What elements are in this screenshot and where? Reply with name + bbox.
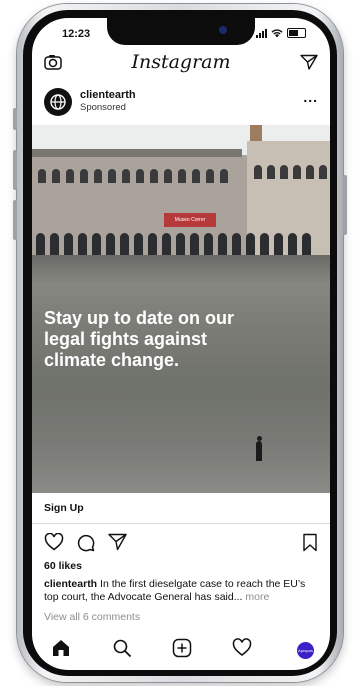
app-header: Instagram bbox=[32, 48, 330, 78]
power-button bbox=[343, 175, 347, 235]
volume-down-button bbox=[13, 200, 17, 240]
post-actions bbox=[32, 528, 330, 556]
post-username[interactable]: clientearth bbox=[80, 89, 136, 101]
image-upper-windows bbox=[38, 169, 228, 183]
image-roofline bbox=[32, 149, 242, 157]
heart-icon[interactable] bbox=[44, 533, 64, 551]
sign-up-cta[interactable]: Sign Up bbox=[32, 493, 330, 524]
image-headline: Stay up to date on our legal fights agai… bbox=[44, 308, 235, 370]
image-water bbox=[32, 255, 330, 493]
post-header: clientearth Sponsored ... bbox=[32, 86, 330, 122]
comment-icon[interactable] bbox=[76, 533, 95, 552]
wifi-icon bbox=[271, 28, 283, 37]
more-options-button[interactable]: ... bbox=[303, 89, 318, 105]
share-icon[interactable] bbox=[108, 533, 127, 551]
globe-icon bbox=[50, 94, 66, 110]
profile-avatar[interactable]: Apropos bbox=[297, 642, 314, 659]
status-time: 12:23 bbox=[62, 28, 91, 40]
bookmark-icon[interactable] bbox=[302, 533, 318, 552]
notch bbox=[107, 18, 255, 45]
avatar[interactable] bbox=[44, 88, 72, 116]
image-sign: Museo Correr bbox=[164, 213, 216, 227]
caption-username[interactable]: clientearth bbox=[44, 578, 97, 590]
volume-up-button bbox=[13, 150, 17, 190]
caption-more-link[interactable]: more bbox=[245, 591, 269, 603]
post-image[interactable]: Museo Correr Stay up to date on our lega… bbox=[32, 125, 330, 493]
image-person bbox=[256, 441, 262, 461]
new-post-icon[interactable] bbox=[172, 638, 192, 658]
image-sign-text: Museo Correr bbox=[174, 217, 206, 223]
image-right-windows bbox=[254, 165, 327, 179]
sign-up-label: Sign Up bbox=[44, 502, 84, 514]
bottom-tab-bar: Apropos bbox=[32, 634, 330, 670]
mute-switch bbox=[13, 108, 17, 130]
phone-screen: 12:23 Instagram clientearth Sponsored ..… bbox=[32, 18, 330, 670]
activity-heart-icon[interactable] bbox=[232, 638, 252, 657]
post-caption: clientearth In the first dieselgate case… bbox=[44, 578, 319, 604]
profile-avatar-label: Apropos bbox=[298, 648, 313, 653]
battery-icon bbox=[287, 28, 306, 38]
image-arcade bbox=[36, 233, 311, 255]
view-comments-link[interactable]: View all 6 comments bbox=[44, 611, 140, 623]
image-reflection bbox=[32, 255, 330, 285]
search-icon[interactable] bbox=[112, 638, 132, 658]
send-icon[interactable] bbox=[300, 54, 318, 70]
likes-count[interactable]: 60 likes bbox=[44, 560, 82, 572]
signal-icon bbox=[256, 28, 267, 38]
home-icon[interactable] bbox=[51, 638, 71, 658]
front-camera bbox=[219, 26, 227, 34]
instagram-logo: Instagram bbox=[131, 51, 231, 73]
sponsored-label: Sponsored bbox=[80, 102, 126, 113]
status-icons bbox=[256, 28, 306, 38]
